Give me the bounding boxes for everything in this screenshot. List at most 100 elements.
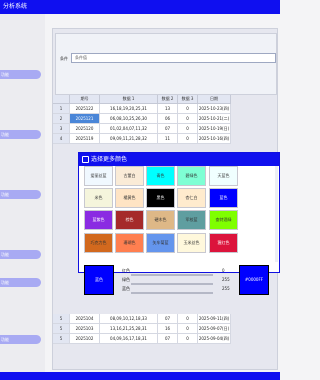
cell[interactable]: 2025-10-23(四) [198,104,231,114]
cell[interactable]: 0 [178,134,198,144]
sidebar-item-4[interactable]: 功能 [0,250,41,259]
window-titlebar: 分析系统 [0,0,280,14]
cell[interactable]: 0 [178,324,198,334]
color-swatch[interactable]: 黑色 [146,188,175,208]
table-row[interactable]: 1 2025122 16,18,19,20,25,31 13 0 2025-10… [53,104,277,114]
cell[interactable]: 13,16,21,25,28,31 [100,324,158,334]
color-swatch[interactable]: 军校蓝 [177,210,206,230]
color-swatch[interactable]: 珊瑚色 [115,233,144,253]
red-value: 0 [222,268,225,273]
sidebar-item-6[interactable]: 功能 [0,335,41,344]
cell[interactable]: 06,08,10,25,26,30 [100,114,158,124]
search-label: 条件 [60,56,68,61]
cell[interactable]: 06 [158,114,178,124]
cell[interactable]: 04,09,16,17,18,31 [100,334,158,344]
cell[interactable]: 2025102 [70,334,100,344]
cell[interactable]: 2025119 [70,134,100,144]
header-col-3[interactable]: 数据 2 [158,95,178,104]
row-index: 5 [53,334,70,344]
cell[interactable]: 2025103 [70,324,100,334]
cell[interactable]: 09,09,11,21,28,32 [100,134,158,144]
cell[interactable]: 2025121 [70,114,100,124]
cell[interactable]: 2025-10-19(日) [198,124,231,134]
header-col-1[interactable]: 期号 [70,95,100,104]
red-label: 红色 [122,268,130,273]
row-index: 3 [53,124,70,134]
cell[interactable]: 2025-10-21(二) [198,114,231,124]
cell[interactable]: 2025-09-11(四) [198,314,231,324]
cell[interactable]: 2025-09-07(日) [198,324,231,334]
search-panel: 条件 条件值 [55,33,277,95]
dialog-scrollbar[interactable] [275,166,278,262]
color-swatch[interactable]: 蓝色 [209,188,238,208]
color-swatch[interactable]: 巧克力色 [84,233,113,253]
search-input[interactable]: 条件值 [71,53,276,63]
cell[interactable]: 0 [178,314,198,324]
color-preview: 蓝色 [84,265,114,295]
table-header: 期号 数据 1 数据 2 数据 3 日期 [53,95,277,104]
cell[interactable]: 16 [158,324,178,334]
cell[interactable]: 2025122 [70,104,100,114]
cell[interactable]: 08,09,10,12,18,33 [100,314,158,324]
color-swatch[interactable]: 查特酒绿 [209,210,238,230]
cell[interactable]: 16,18,19,20,25,31 [100,104,158,114]
blue-slider[interactable] [131,292,213,294]
row-index: 2 [53,114,70,124]
row-index: 5 [53,314,70,324]
color-swatch[interactable]: 古董白 [115,166,144,186]
cell[interactable]: 07 [158,334,178,344]
header-col-5[interactable]: 日期 [198,95,231,104]
table-row[interactable]: 5 2025104 08,09,10,12,18,33 07 0 2025-09… [53,314,277,324]
cell[interactable]: 13 [158,104,178,114]
cell[interactable]: 07 [158,124,178,134]
cell[interactable]: 2025120 [70,124,100,134]
cell[interactable]: 11 [158,134,178,144]
table-row[interactable]: 3 2025120 01,02,04,07,11,32 07 0 2025-10… [53,124,277,134]
cell[interactable]: 0 [178,114,198,124]
cell[interactable]: 01,02,04,07,11,32 [100,124,158,134]
table-row[interactable]: 4 2025119 09,09,11,21,28,32 11 0 2025-10… [53,134,277,144]
color-swatch[interactable]: 米色 [84,188,113,208]
color-swatch[interactable]: 杏仁白 [177,188,206,208]
color-swatch[interactable]: 矢车菊蓝 [146,233,175,253]
sidebar-item-5[interactable]: 功能 [0,278,41,287]
cell[interactable]: 0 [178,334,198,344]
row-index: 4 [53,134,70,144]
dialog-titlebar[interactable]: 选择更多颜色 [79,153,279,166]
color-swatch[interactable]: 玉米丝色 [177,233,206,253]
blue-label: 蓝色 [122,286,130,291]
palette-icon [82,156,89,163]
header-col-2[interactable]: 数据 1 [100,95,158,104]
sidebar-item-1[interactable]: 功能 [0,70,41,79]
green-value: 255 [222,277,230,282]
sidebar-item-3[interactable]: 功能 [0,190,41,199]
color-swatch[interactable]: 蓝紫色 [84,210,113,230]
color-swatch[interactable]: 硬木色 [146,210,175,230]
header-index [53,95,70,104]
color-swatch[interactable]: 猩红色 [209,233,238,253]
color-swatch[interactable]: 天蓝色 [209,166,238,186]
color-swatch[interactable]: 爱丽丝蓝 [84,166,113,186]
color-swatch[interactable]: 橘黄色 [115,188,144,208]
color-swatch[interactable]: 碧绿色 [177,166,206,186]
hex-value[interactable]: #0000FF [239,265,269,295]
cell[interactable]: 2025104 [70,314,100,324]
color-swatch[interactable]: 青色 [146,166,175,186]
cell[interactable]: 2025-09-04(四) [198,334,231,344]
table-row[interactable]: 2 2025121 06,08,10,25,26,30 06 0 2025-10… [53,114,277,124]
sidebar-item-2[interactable]: 功能 [0,130,41,139]
table-row[interactable]: 5 2025102 04,09,16,17,18,31 07 0 2025-09… [53,334,277,344]
cell[interactable]: 0 [178,104,198,114]
table-row[interactable]: 5 2025103 13,16,21,25,28,31 16 0 2025-09… [53,324,277,334]
red-slider[interactable] [131,274,213,276]
cell[interactable]: 0 [178,124,198,134]
color-swatch[interactable]: 棕色 [115,210,144,230]
cell[interactable]: 2025-10-16(四) [198,134,231,144]
blue-value: 255 [222,286,230,291]
header-col-4[interactable]: 数据 3 [178,95,198,104]
green-label: 绿色 [122,277,130,282]
row-index: 1 [53,104,70,114]
cell[interactable]: 07 [158,314,178,324]
green-slider[interactable] [131,283,213,285]
dialog-title: 选择更多颜色 [91,156,128,163]
